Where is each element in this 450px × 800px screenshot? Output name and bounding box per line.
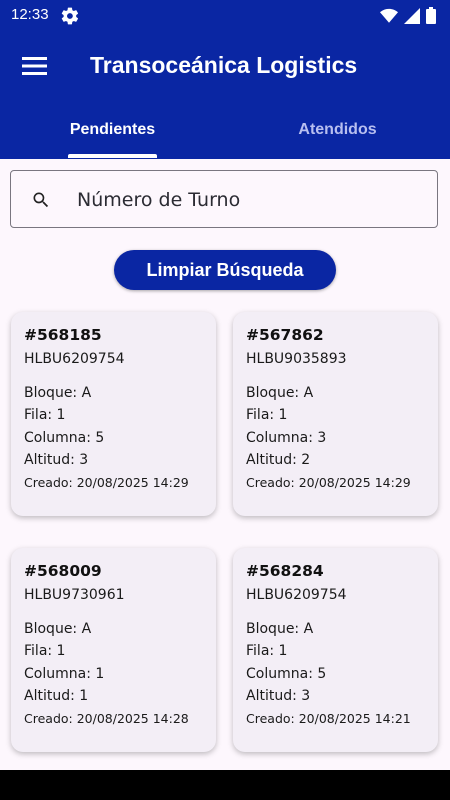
tab-pendientes[interactable]: Pendientes: [0, 100, 225, 159]
hamburger-menu-icon[interactable]: [22, 53, 48, 79]
altitude-label: Altitud: 1: [24, 688, 89, 704]
active-tab-indicator: [68, 154, 157, 158]
container-code: HLBU6209754: [246, 587, 347, 603]
row-label: Fila: 1: [246, 643, 288, 659]
wifi-icon: [380, 8, 398, 28]
status-time: 12:33: [11, 6, 49, 23]
altitude-label: Altitud: 2: [246, 452, 311, 468]
row-label: Fila: 1: [246, 407, 288, 423]
block-label: Bloque: A: [24, 385, 92, 401]
created-timestamp: Creado: 20/08/2025 14:21: [246, 711, 411, 726]
created-timestamp: Creado: 20/08/2025 14:29: [24, 475, 189, 490]
turn-card[interactable]: #568185 HLBU6209754 Bloque: A Fila: 1 Co…: [11, 312, 216, 516]
column-label: Columna: 5: [246, 666, 327, 682]
turn-card[interactable]: #568009 HLBU9730961 Bloque: A Fila: 1 Co…: [11, 548, 216, 752]
turn-number: #568009: [24, 562, 102, 580]
column-label: Columna: 1: [24, 666, 105, 682]
column-label: Columna: 5: [24, 430, 105, 446]
status-bar: 12:33: [0, 0, 450, 32]
row-label: Fila: 1: [24, 643, 66, 659]
turn-card[interactable]: #567862 HLBU9035893 Bloque: A Fila: 1 Co…: [233, 312, 438, 516]
tab-bar: Pendientes Atendidos: [0, 100, 450, 159]
container-code: HLBU9035893: [246, 351, 347, 367]
block-label: Bloque: A: [246, 621, 314, 637]
app-title: Transoceánica Logistics: [90, 52, 358, 78]
gear-icon: [60, 6, 80, 26]
tab-atendidos[interactable]: Atendidos: [225, 100, 450, 159]
search-icon: [31, 190, 51, 210]
altitude-label: Altitud: 3: [246, 688, 311, 704]
row-label: Fila: 1: [24, 407, 66, 423]
block-label: Bloque: A: [246, 385, 314, 401]
signal-icon: [404, 7, 420, 28]
container-code: HLBU6209754: [24, 351, 125, 367]
battery-icon: [426, 7, 436, 28]
altitude-label: Altitud: 3: [24, 452, 89, 468]
column-label: Columna: 3: [246, 430, 327, 446]
block-label: Bloque: A: [24, 621, 92, 637]
search-field[interactable]: [10, 170, 438, 228]
turn-number: #568185: [24, 326, 102, 344]
container-code: HLBU9730961: [24, 587, 125, 603]
turn-card[interactable]: #568284 HLBU6209754 Bloque: A Fila: 1 Co…: [233, 548, 438, 752]
app-bar: Transoceánica Logistics: [0, 32, 450, 100]
system-navigation-bar: [0, 770, 450, 800]
turn-number: #567862: [246, 326, 324, 344]
created-timestamp: Creado: 20/08/2025 14:28: [24, 711, 189, 726]
created-timestamp: Creado: 20/08/2025 14:29: [246, 475, 411, 490]
search-input[interactable]: [75, 181, 419, 219]
clear-search-button[interactable]: Limpiar Búsqueda: [114, 250, 336, 290]
turn-number: #568284: [246, 562, 324, 580]
